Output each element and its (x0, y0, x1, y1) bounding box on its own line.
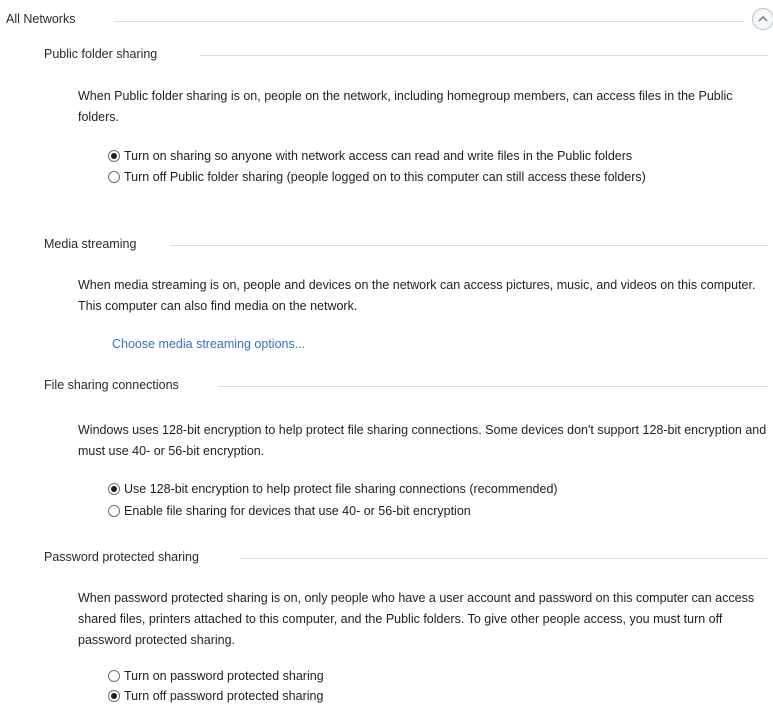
section-divider (240, 558, 768, 559)
media-streaming-description: When media streaming is on, people and d… (78, 278, 756, 313)
all-networks-header: All Networks (6, 8, 773, 32)
section-divider (218, 386, 768, 387)
radio-label: Turn on sharing so anyone with network a… (124, 149, 633, 163)
radio-label: Use 128-bit encryption to help protect f… (124, 482, 558, 496)
radio-128-bit-encryption[interactable]: Use 128-bit encryption to help protect f… (108, 479, 768, 499)
radio-button[interactable] (108, 150, 120, 162)
radio-label: Turn off password protected sharing (124, 689, 324, 703)
choose-media-streaming-options-link[interactable]: Choose media streaming options... (112, 337, 305, 351)
chevron-up-icon[interactable] (752, 8, 773, 30)
radio-button[interactable] (108, 670, 120, 682)
public-folder-sharing-title: Public folder sharing (44, 47, 158, 61)
radio-password-sharing-on[interactable]: Turn on password protected sharing (108, 666, 768, 686)
radio-public-sharing-on[interactable]: Turn on sharing so anyone with network a… (108, 146, 768, 166)
radio-button[interactable] (108, 171, 120, 183)
radio-40-56-bit-encryption[interactable]: Enable file sharing for devices that use… (108, 501, 768, 521)
media-streaming-title: Media streaming (44, 237, 137, 251)
file-sharing-description: Windows uses 128-bit encryption to help … (78, 423, 767, 458)
radio-public-sharing-off[interactable]: Turn off Public folder sharing (people l… (108, 167, 768, 187)
section-divider (170, 245, 768, 246)
radio-button[interactable] (108, 483, 120, 495)
radio-password-sharing-off[interactable]: Turn off password protected sharing (108, 686, 768, 706)
radio-button[interactable] (108, 505, 120, 517)
file-sharing-connections-title: File sharing connections (44, 378, 179, 392)
password-sharing-description: When password protected sharing is on, o… (78, 591, 755, 647)
section-divider (200, 55, 768, 56)
header-divider (114, 21, 744, 22)
radio-label: Turn on password protected sharing (124, 669, 324, 683)
radio-label: Turn off Public folder sharing (people l… (124, 170, 646, 184)
radio-button[interactable] (108, 690, 120, 702)
password-protected-sharing-title: Password protected sharing (44, 550, 199, 564)
radio-label: Enable file sharing for devices that use… (124, 504, 471, 518)
public-folder-description: When Public folder sharing is on, people… (78, 89, 733, 124)
all-networks-title: All Networks (6, 12, 76, 26)
